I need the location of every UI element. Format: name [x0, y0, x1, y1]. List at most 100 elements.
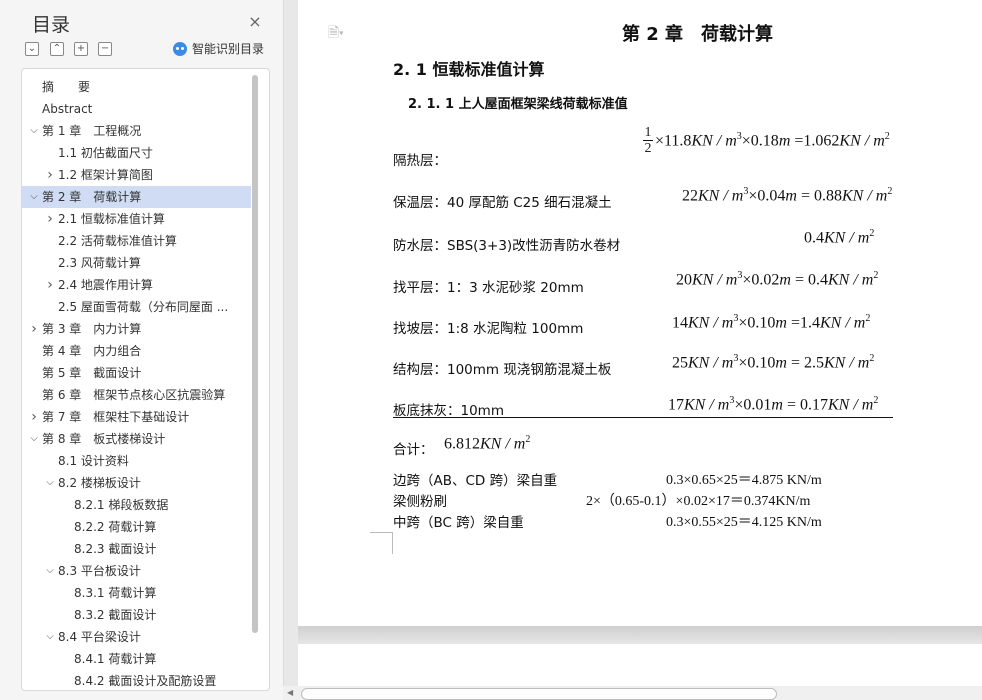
toc-item-label: 8.2.3 截面设计 — [74, 542, 157, 556]
toc-item-label: 8.4.2 截面设计及配筋设置 — [74, 674, 217, 688]
toc-item[interactable]: 第 5 章 截面设计 — [22, 362, 251, 384]
toc-item[interactable]: 2.3 风荷载计算 — [22, 252, 251, 274]
toc-item[interactable]: 8.4.2 截面设计及配筋设置 — [22, 670, 251, 690]
toc-item-label: 8.3.2 截面设计 — [74, 608, 157, 622]
toc-item[interactable]: 摘 要 — [22, 76, 251, 98]
add-heading-icon[interactable]: + — [74, 42, 88, 56]
leveling-formula: 20KN / m3×0.02m = 0.4KN / m2 — [676, 270, 879, 289]
toc-item[interactable]: ⌵ 8.4 平台梁设计 — [22, 626, 251, 648]
side-span-beam-formula: 0.3×0.65×25＝4.875 KN/m — [666, 473, 822, 488]
toc-item[interactable]: › 2.4 地震作用计算 — [22, 274, 251, 296]
toc-item-label: 2.2 活荷载标准值计算 — [58, 234, 177, 248]
toc-item[interactable]: › 2.1 恒载标准值计算 — [22, 208, 251, 230]
structural-layer-label: 结构层：100mm 现浇钢筋混凝土板 — [393, 362, 612, 378]
thermal-layer-label: 保温层：40 厚配筋 C25 细石混凝土 — [393, 195, 612, 211]
toc-item-label: 第 1 章 工程概况 — [42, 124, 142, 138]
toc-title: 目录 — [32, 14, 71, 36]
toc-item[interactable]: › 第 7 章 框架柱下基础设计 — [22, 406, 251, 428]
chevron-right-icon[interactable]: › — [44, 208, 56, 230]
toc-item[interactable]: 第 6 章 框架节点核心区抗震验算 — [22, 384, 251, 406]
collapse-all-icon[interactable]: ⌄ — [25, 42, 39, 56]
toc-item-label: 8.3 平台板设计 — [58, 564, 141, 578]
scrollbar-thumb[interactable] — [301, 688, 777, 700]
thermal-formula: 22KN / m3×0.04m = 0.88KN / m2 — [682, 186, 893, 205]
section-heading: 2. 1 恒载标准值计算 — [393, 60, 545, 79]
toc-item[interactable]: 8.2.2 荷载计算 — [22, 516, 251, 538]
beam-plaster-label: 梁侧粉刷 — [393, 494, 447, 510]
document-icon[interactable]: 🗎▾ — [328, 22, 343, 46]
mid-span-beam-formula: 0.3×0.55×25＝4.125 KN/m — [666, 515, 822, 530]
toc-item-label: 第 7 章 框架柱下基础设计 — [42, 410, 190, 424]
toc-sidebar: 目录 × ⌄ ⌃ + − 智能识别目录 摘 要 Abstract ⌵ 第 1 章 工程… — [0, 0, 284, 700]
chevron-down-icon[interactable]: ⌵ — [44, 626, 56, 648]
toc-item[interactable]: ⌵ 第 1 章 工程概况 — [22, 120, 251, 142]
document-page: 🗎▾ 第 2 章 荷载计算 2. 1 恒载标准值计算 2. 1. 1 上人屋面框… — [298, 0, 982, 626]
slope-formula: 14KN / m3×0.10m =1.4KN / m2 — [672, 313, 871, 332]
toc-item[interactable]: ⌵ 第 8 章 板式楼梯设计 — [22, 428, 251, 450]
ai-robot-icon — [173, 41, 187, 56]
chevron-right-icon[interactable]: › — [44, 274, 56, 296]
slope-layer-label: 找坡层：1:8 水泥陶粒 100mm — [393, 321, 584, 337]
toc-item[interactable]: › 第 3 章 内力计算 — [22, 318, 251, 340]
margin-mark-v — [392, 532, 393, 554]
toc-item-label: 1.1 初估截面尺寸 — [58, 146, 153, 160]
toc-item-label: 第 5 章 截面设计 — [42, 366, 142, 380]
close-icon[interactable]: × — [246, 13, 264, 31]
toc-item-label: 8.2.1 梯段板数据 — [74, 498, 169, 512]
toc-panel: 摘 要 Abstract ⌵ 第 1 章 工程概况 1.1 初估截面尺寸 › 1.2 框架计… — [21, 68, 270, 691]
chevron-down-icon[interactable]: ⌵ — [28, 428, 40, 450]
total-value: 6.812KN / m2 — [444, 434, 531, 453]
chevron-down-icon[interactable]: ⌵ — [28, 120, 40, 142]
chapter-heading: 第 2 章 荷载计算 — [622, 24, 774, 45]
horizontal-scrollbar[interactable]: ◀ — [283, 686, 982, 700]
toc-item[interactable]: 8.2.3 截面设计 — [22, 538, 251, 560]
scroll-left-icon[interactable]: ◀ — [287, 686, 293, 700]
mid-span-beam-label: 中跨（BC 跨）梁自重 — [393, 515, 524, 531]
sum-underline — [393, 417, 893, 418]
toc-item-label: 第 8 章 板式楼梯设计 — [42, 432, 166, 446]
chevron-down-icon[interactable]: ⌵ — [28, 186, 40, 208]
toc-item[interactable]: 第 4 章 内力组合 — [22, 340, 251, 362]
toc-item-label: 2.4 地震作用计算 — [58, 278, 153, 292]
toc-item-label: 1.2 框架计算简图 — [58, 168, 153, 182]
toc-item[interactable]: ⌵ 8.3 平台板设计 — [22, 560, 251, 582]
toc-item-label: 第 3 章 内力计算 — [42, 322, 142, 336]
toc-item[interactable]: ⌵ 8.2 楼梯板设计 — [22, 472, 251, 494]
chevron-down-icon[interactable]: ⌵ — [44, 472, 56, 494]
toc-item-label: 8.3.1 荷载计算 — [74, 586, 157, 600]
waterproof-formula: 0.4KN / m2 — [804, 228, 875, 247]
toc-item[interactable]: 2.2 活荷载标准值计算 — [22, 230, 251, 252]
next-page — [298, 644, 982, 686]
toc-item[interactable]: ⌵ 第 2 章 荷载计算 — [22, 186, 251, 208]
toc-item-label: 第 2 章 荷载计算 — [42, 190, 142, 204]
leveling-layer-label: 找平层：1：3 水泥砂浆 20mm — [393, 280, 584, 296]
toc-item-label: 8.1 设计资料 — [58, 454, 129, 468]
document-area: 🗎▾ 第 2 章 荷载计算 2. 1 恒载标准值计算 2. 1. 1 上人屋面框… — [298, 0, 982, 686]
smart-toc-button[interactable]: 智能识别目录 — [173, 40, 264, 57]
toc-item[interactable]: › 1.2 框架计算简图 — [22, 164, 251, 186]
toc-item-label: 8.2 楼梯板设计 — [58, 476, 141, 490]
toc-item-label: 2.5 屋面雪荷载（分布同屋面 ... — [58, 300, 229, 314]
chevron-right-icon[interactable]: › — [44, 164, 56, 186]
toc-item[interactable]: 1.1 初估截面尺寸 — [22, 142, 251, 164]
expand-all-icon[interactable]: ⌃ — [50, 42, 64, 56]
half-fraction: 1 2 — [643, 125, 653, 156]
toc-item[interactable]: 8.4.1 荷载计算 — [22, 648, 251, 670]
toc-item[interactable]: 8.3.1 荷载计算 — [22, 582, 251, 604]
toc-item-label: 第 4 章 内力组合 — [42, 344, 142, 358]
toc-item-label: Abstract — [42, 102, 93, 116]
side-span-beam-label: 边跨（AB、CD 跨）梁自重 — [393, 473, 558, 489]
toc-item[interactable]: Abstract — [22, 98, 251, 120]
chevron-right-icon[interactable]: › — [28, 318, 40, 340]
toc-item-label: 8.2.2 荷载计算 — [74, 520, 157, 534]
remove-heading-icon[interactable]: − — [98, 42, 112, 56]
chevron-right-icon[interactable]: › — [28, 406, 40, 428]
toc-item[interactable]: 8.2.1 梯段板数据 — [22, 494, 251, 516]
beam-plaster-formula: 2×（0.65-0.1）×0.02×17＝0.374KN/m — [586, 494, 811, 509]
toc-scrollbar[interactable] — [252, 75, 258, 633]
toc-item[interactable]: 2.5 屋面雪荷载（分布同屋面 ... — [22, 296, 251, 318]
toc-item[interactable]: 8.1 设计资料 — [22, 450, 251, 472]
insulation-formula: ×11.8KN / m3×0.18m =1.062KN / m2 — [655, 131, 890, 150]
toc-item[interactable]: 8.3.2 截面设计 — [22, 604, 251, 626]
chevron-down-icon[interactable]: ⌵ — [44, 560, 56, 582]
